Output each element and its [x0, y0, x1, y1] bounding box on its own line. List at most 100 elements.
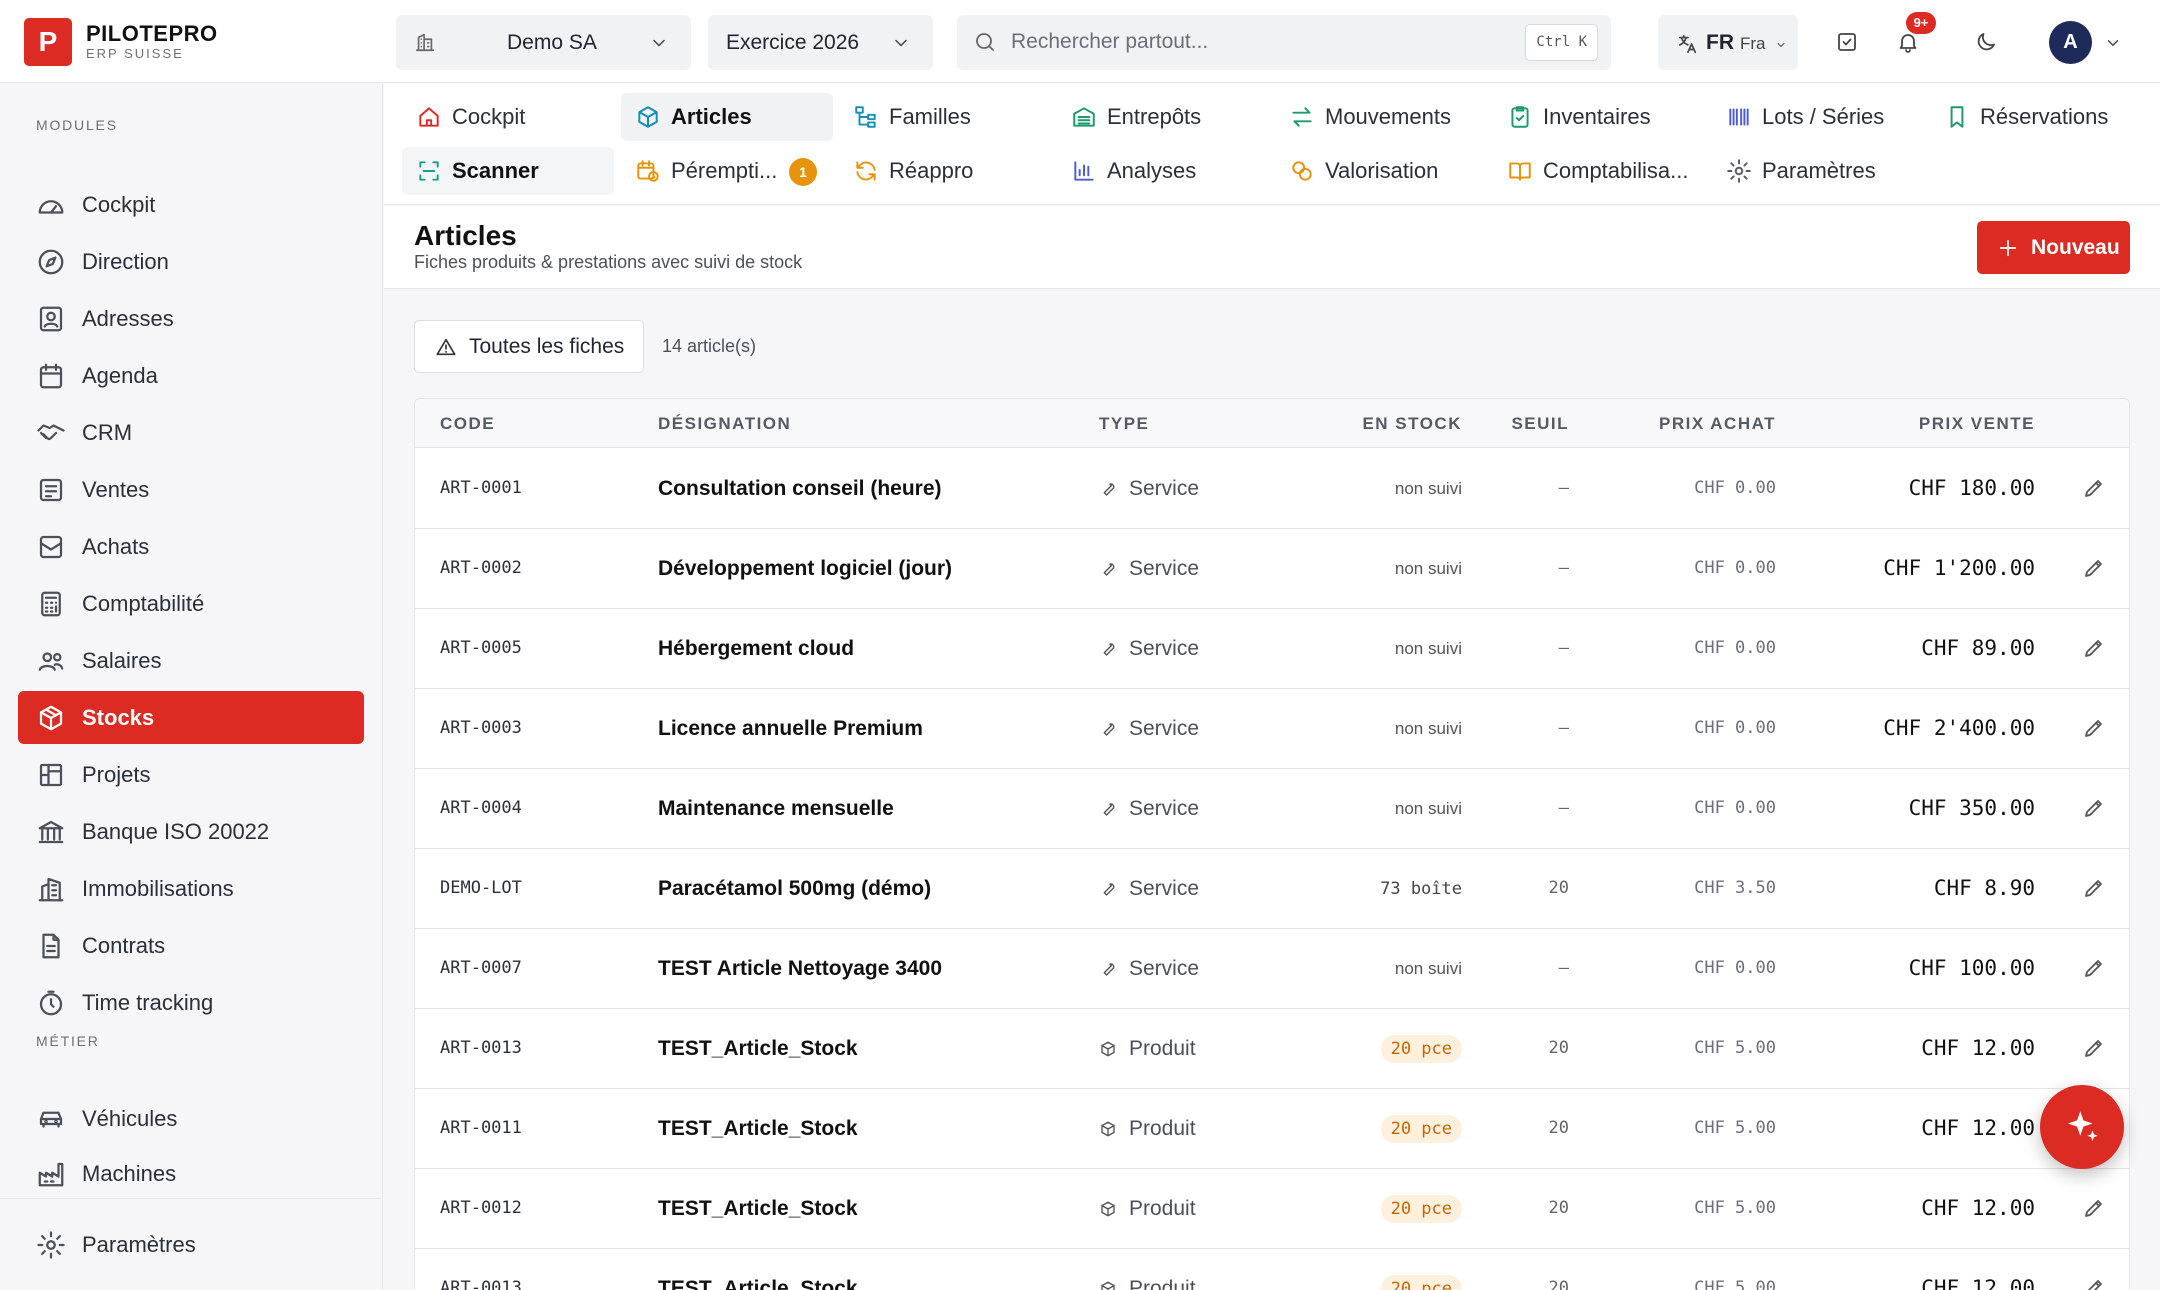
stock-value: 73 boîte: [1380, 879, 1462, 899]
cell-code: ART-0003: [440, 718, 522, 738]
edit-icon[interactable]: [2082, 476, 2108, 502]
column-header-designation[interactable]: DÉSIGNATION: [658, 414, 791, 434]
search-input[interactable]: [1011, 23, 1471, 61]
table-row[interactable]: DEMO-LOT Paracétamol 500mg (démo) Service 7…: [415, 849, 2129, 929]
chevron-down-icon: [891, 33, 911, 53]
edit-icon[interactable]: [2082, 716, 2108, 742]
sidebar-item-time-tracking[interactable]: Time tracking: [18, 976, 364, 1029]
tab-articles[interactable]: Articles: [621, 93, 833, 141]
table-row[interactable]: ART-0004 Maintenance mensuelle Service non …: [415, 769, 2129, 849]
sidebar-item-label: Time tracking: [82, 989, 214, 1015]
cell-designation[interactable]: TEST_Article_Stock: [658, 1089, 858, 1168]
table-row[interactable]: ART-0007 TEST Article Nettoyage 3400 Servi…: [415, 929, 2129, 1009]
cell-designation[interactable]: TEST_Article_Stock: [658, 1249, 858, 1290]
column-header-prix-achat[interactable]: PRIX ACHAT: [1659, 414, 1776, 434]
tab-valorisation[interactable]: Valorisation: [1275, 147, 1485, 195]
tab-reappro[interactable]: Réappro: [839, 147, 1049, 195]
tab-parametres[interactable]: Paramètres: [1712, 147, 1922, 195]
user-avatar[interactable]: A: [2049, 21, 2092, 64]
tab-analyses[interactable]: Analyses: [1057, 147, 1267, 195]
edit-icon[interactable]: [2082, 956, 2108, 982]
cell-designation[interactable]: TEST_Article_Stock: [658, 1169, 858, 1248]
table-row[interactable]: ART-0012 TEST_Article_Stock Produit 20 pce 2…: [415, 1169, 2129, 1249]
sidebar-item-projets[interactable]: Projets: [18, 748, 364, 801]
table-row[interactable]: ART-0002 Développement logiciel (jour) Ser…: [415, 529, 2129, 609]
ai-assistant-button[interactable]: [2040, 1085, 2124, 1169]
factory-icon: [36, 1159, 66, 1189]
warehouse-icon: [1071, 104, 1097, 130]
fiscal-year-select[interactable]: Exercice 2026: [708, 15, 933, 70]
sidebar-item-parametres[interactable]: Paramètres: [18, 1218, 364, 1271]
cell-prix-vente: CHF 100.00: [1908, 956, 2035, 980]
company-select[interactable]: Demo SA: [396, 15, 691, 70]
brand-name: PILOTEPRO: [86, 21, 218, 46]
cell-stock: non suivi: [1395, 529, 1462, 608]
tab-mouvements[interactable]: Mouvements: [1275, 93, 1485, 141]
tab-cockpit[interactable]: Cockpit: [402, 93, 612, 141]
sidebar-item-agenda[interactable]: Agenda: [18, 349, 364, 402]
tab-scanner[interactable]: Scanner: [402, 147, 614, 195]
sidebar-item-comptabilite[interactable]: Comptabilité: [18, 577, 364, 630]
cell-designation[interactable]: Consultation conseil (heure): [658, 449, 942, 528]
cell-designation[interactable]: Licence annuelle Premium: [658, 689, 923, 768]
sidebar-item-cockpit[interactable]: Cockpit: [18, 178, 364, 231]
edit-icon[interactable]: [2082, 796, 2108, 822]
wrench-icon: [1099, 800, 1129, 818]
tab-inventaires[interactable]: Inventaires: [1493, 93, 1703, 141]
column-header-stock[interactable]: EN STOCK: [1362, 414, 1462, 434]
cell-seuil: —: [1558, 798, 1569, 818]
cell-designation[interactable]: Hébergement cloud: [658, 609, 854, 688]
chevron-down-icon[interactable]: [2104, 34, 2122, 52]
sidebar-item-crm[interactable]: CRM: [18, 406, 364, 459]
tab-familles[interactable]: Familles: [839, 93, 1049, 141]
edit-icon[interactable]: [2082, 556, 2108, 582]
edit-icon[interactable]: [2082, 1276, 2108, 1290]
sidebar-item-adresses[interactable]: Adresses: [18, 292, 364, 345]
cell-designation[interactable]: Maintenance mensuelle: [658, 769, 894, 848]
global-search[interactable]: Ctrl K: [957, 15, 1611, 70]
language-select[interactable]: FR Fra: [1658, 15, 1798, 70]
column-header-code[interactable]: CODE: [440, 414, 495, 434]
cell-designation[interactable]: TEST_Article_Stock: [658, 1009, 858, 1088]
hierarchy-icon: [853, 104, 879, 130]
tab-entrepots[interactable]: Entrepôts: [1057, 93, 1267, 141]
cell-designation[interactable]: TEST Article Nettoyage 3400: [658, 929, 942, 1008]
theme-toggle-button[interactable]: [1966, 22, 2006, 62]
edit-icon[interactable]: [2082, 876, 2108, 902]
table-row[interactable]: ART-0013 TEST_Article_Stock Produit 20 pce 2…: [415, 1009, 2129, 1089]
column-header-type[interactable]: TYPE: [1099, 414, 1149, 434]
tab-reservations[interactable]: Réservations: [1930, 93, 2152, 141]
sidebar-item-banque[interactable]: Banque ISO 20022: [18, 805, 364, 858]
bank-icon: [36, 817, 66, 847]
edit-icon[interactable]: [2082, 636, 2108, 662]
sidebar-item-achats[interactable]: Achats: [18, 520, 364, 573]
tasks-button[interactable]: [1827, 22, 1867, 62]
package-icon: [1099, 1120, 1129, 1138]
new-article-button[interactable]: Nouveau: [1977, 221, 2130, 274]
cell-designation[interactable]: Développement logiciel (jour): [658, 529, 952, 608]
table-row[interactable]: ART-0011 TEST_Article_Stock Produit 20 pce 2…: [415, 1089, 2129, 1169]
sidebar-item-vehicules[interactable]: Véhicules: [18, 1092, 364, 1145]
app-logo[interactable]: P: [24, 18, 72, 66]
sidebar-item-stocks[interactable]: Stocks: [18, 691, 364, 744]
tab-comptabilisation[interactable]: Comptabilisa...: [1493, 147, 1703, 195]
edit-icon[interactable]: [2082, 1196, 2108, 1222]
edit-icon[interactable]: [2082, 1036, 2108, 1062]
tab-lots-series[interactable]: Lots / Séries: [1712, 93, 1922, 141]
sidebar-item-direction[interactable]: Direction: [18, 235, 364, 288]
table-row[interactable]: ART-0003 Licence annuelle Premium Service n…: [415, 689, 2129, 769]
sidebar-item-machines[interactable]: Machines: [18, 1147, 364, 1200]
table-row[interactable]: ART-0001 Consultation conseil (heure) Serv…: [415, 449, 2129, 529]
sidebar-item-ventes[interactable]: Ventes: [18, 463, 364, 516]
sidebar-item-immobilisations[interactable]: Immobilisations: [18, 862, 364, 915]
sidebar-item-salaires[interactable]: Salaires: [18, 634, 364, 687]
column-header-seuil[interactable]: SEUIL: [1511, 414, 1569, 434]
cell-designation[interactable]: Paracétamol 500mg (démo): [658, 849, 931, 928]
column-header-prix-vente[interactable]: PRIX VENTE: [1919, 414, 2035, 434]
cell-prix-achat: CHF 0.00: [1694, 478, 1776, 498]
type-label: Produit: [1129, 1197, 1196, 1220]
table-row[interactable]: ART-0005 Hébergement cloud Service non suiv…: [415, 609, 2129, 689]
table-row[interactable]: ART-0013 TEST_Article_Stock Produit 20 pce 2…: [415, 1249, 2129, 1290]
filter-all-records-button[interactable]: Toutes les fiches: [414, 320, 644, 373]
sidebar-item-contrats[interactable]: Contrats: [18, 919, 364, 972]
